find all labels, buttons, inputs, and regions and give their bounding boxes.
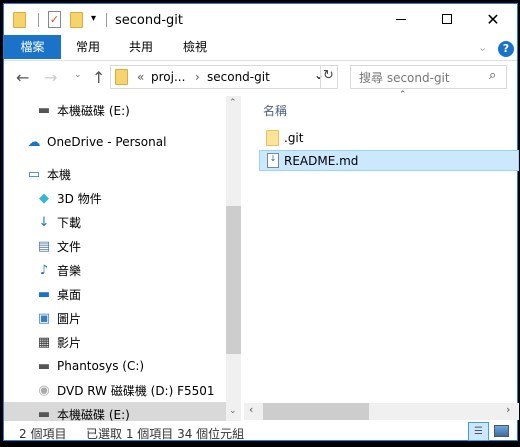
scroll-left-icon[interactable]: ‹ — [249, 403, 253, 416]
nav-item[interactable]: ▬ 桌面 — [4, 282, 226, 306]
breadcrumb-segment[interactable]: proj... — [151, 70, 185, 84]
nav-item-label: 圖片 — [57, 311, 82, 326]
item-count: 2 個項目 — [19, 427, 67, 441]
recent-locations-icon[interactable]: ⌄ — [74, 70, 82, 80]
download-icon: ↓ — [38, 214, 50, 230]
nav-item[interactable]: ◆ 3D 物件 — [4, 186, 226, 210]
tab-file[interactable]: 檔案 — [4, 35, 61, 59]
forward-icon[interactable]: → — [44, 68, 57, 87]
expand-ribbon-icon[interactable]: ⌄ — [478, 41, 487, 54]
nav-item-label: 下載 — [57, 215, 82, 230]
horizontal-scrollbar[interactable]: ‹ › — [244, 403, 519, 420]
drive-icon: ▬ — [37, 358, 51, 374]
nav-item[interactable]: ▣ 圖片 — [4, 306, 226, 330]
file-explorer-window: ✓ ▾ second-git ✕ 檔案 常用 共用 檢視 ⌄ ? ← → ⌄ ↑… — [3, 3, 519, 442]
search-icon[interactable]: ⌕ — [489, 68, 496, 83]
close-icon: ✕ — [486, 9, 500, 29]
drive-icon: ▬ — [37, 102, 51, 118]
nav-item[interactable]: ↓ 下載 — [4, 210, 226, 234]
sort-ascending-icon: ⌃ — [399, 90, 407, 100]
nav-item-label: 音樂 — [57, 263, 82, 278]
status-bar: 2 個項目 已選取 1 個項目 34 個位元組 ☰ — [4, 422, 519, 442]
properties-icon[interactable]: ✓ — [48, 11, 61, 28]
file-name: .git — [284, 131, 304, 145]
nav-item[interactable]: ▬ Phantosys (C:) — [4, 354, 226, 378]
new-folder-icon[interactable] — [70, 12, 83, 28]
navigation-pane: ▬ 本機磁碟 (E:) ☁ OneDrive - Personal ▭ 本機 ◆ 3D 物件 ↓… — [4, 96, 226, 421]
desktop-icon: ▬ — [37, 286, 51, 302]
nav-item-label: 3D 物件 — [57, 191, 102, 206]
file-row[interactable]: .git — [244, 128, 519, 148]
scrollbar-thumb[interactable] — [263, 403, 369, 420]
cube-icon: ◆ — [39, 190, 49, 206]
computer-icon: ▭ — [27, 166, 41, 182]
refresh-icon[interactable]: ↻ — [323, 68, 334, 83]
nav-item[interactable]: ▭ 本機 — [4, 162, 226, 186]
nav-item-label: 本機 — [47, 167, 72, 182]
nav-item[interactable]: ▦ 影片 — [4, 330, 226, 354]
nav-item[interactable]: ◉ DVD RW 磁碟機 (D:) F5501 — [4, 378, 226, 402]
maximize-button[interactable] — [424, 4, 470, 34]
dvd-icon: ◉ — [38, 382, 50, 398]
nav-item[interactable]: ▤ 文件 — [4, 234, 226, 258]
scroll-right-icon[interactable]: › — [506, 403, 510, 416]
breadcrumb-segment[interactable]: second-git — [207, 70, 270, 84]
address-bar[interactable]: « proj... › second-git ⌄ ↻ — [110, 65, 338, 89]
file-name: README.md — [284, 154, 359, 168]
details-view-icon[interactable]: ☰ — [468, 422, 489, 441]
minimize-icon — [396, 18, 406, 20]
minimize-button[interactable] — [378, 4, 424, 34]
nav-item-label: 桌面 — [57, 287, 82, 302]
nav-item[interactable]: ▬ 本機磁碟 (E:) — [4, 402, 226, 421]
markdown-file-icon: ↓ — [267, 153, 279, 168]
folder-icon — [266, 130, 279, 146]
column-header-name[interactable]: 名稱 — [263, 102, 287, 119]
selection-info: 已選取 1 個項目 34 個位元組 — [86, 427, 245, 441]
file-list: ⌃ 名稱 .git ↓ README.md — [244, 90, 519, 403]
nav-item[interactable]: ☁ OneDrive - Personal — [4, 130, 226, 154]
music-icon: ♪ — [39, 262, 49, 278]
pictures-icon: ▣ — [37, 310, 51, 326]
overflow-chevron[interactable]: « — [137, 70, 144, 84]
tab-view[interactable]: 檢視 — [167, 35, 223, 59]
nav-item-label: 本機磁碟 (E:) — [57, 407, 130, 422]
search-input[interactable]: 搜尋 second-git — [350, 65, 507, 89]
help-icon[interactable]: ? — [498, 41, 514, 57]
divider — [4, 60, 517, 61]
divider — [106, 13, 107, 27]
nav-item[interactable]: ▬ 本機磁碟 (E:) — [4, 98, 226, 122]
file-row-selected[interactable]: ↓ README.md — [259, 150, 519, 171]
maximize-icon — [442, 14, 452, 24]
folder-icon — [115, 69, 128, 85]
nav-item-label: 本機磁碟 (E:) — [57, 103, 130, 118]
nav-item-label: OneDrive - Personal — [47, 135, 167, 149]
close-button[interactable]: ✕ — [470, 4, 516, 34]
scroll-down-icon[interactable]: ⌄ — [229, 406, 237, 416]
folder-icon — [13, 12, 26, 28]
large-icons-view-icon[interactable] — [494, 425, 509, 437]
nav-vertical-scrollbar[interactable]: ⌃ ⌄ — [226, 96, 241, 421]
nav-item-label: 影片 — [57, 335, 82, 350]
customize-quick-access-icon[interactable]: ▾ — [91, 13, 96, 24]
tab-home[interactable]: 常用 — [60, 35, 116, 59]
nav-item-label: Phantosys (C:) — [57, 359, 145, 373]
nav-item[interactable]: ♪ 音樂 — [4, 258, 226, 282]
nav-item-label: DVD RW 磁碟機 (D:) F5501 — [57, 383, 215, 398]
video-icon: ▦ — [37, 334, 51, 350]
window-title: second-git — [115, 13, 184, 28]
nav-item-label: 文件 — [57, 239, 82, 254]
drive-icon: ▬ — [37, 406, 51, 422]
back-icon[interactable]: ← — [16, 68, 29, 87]
cloud-icon: ☁ — [27, 134, 41, 150]
scrollbar-thumb[interactable] — [226, 206, 241, 354]
scroll-up-icon[interactable]: ⌃ — [229, 98, 237, 108]
breadcrumb-separator-icon[interactable]: › — [195, 70, 200, 84]
document-icon: ▤ — [37, 238, 51, 254]
up-icon[interactable]: ↑ — [92, 68, 105, 87]
divider — [38, 13, 39, 27]
tab-share[interactable]: 共用 — [113, 35, 169, 59]
